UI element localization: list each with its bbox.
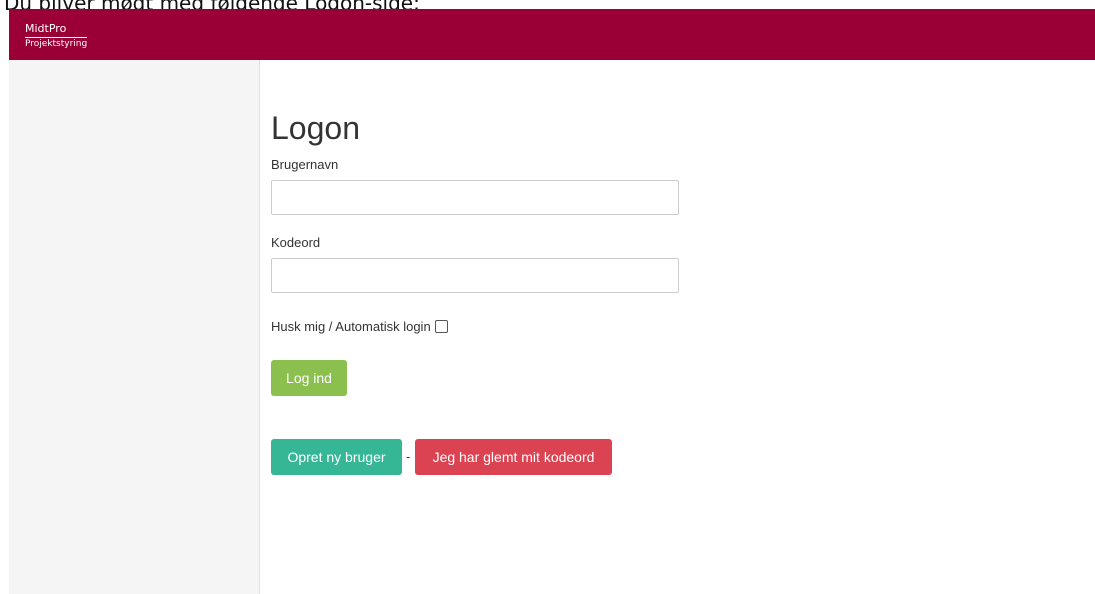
sidebar xyxy=(9,60,260,594)
login-button[interactable]: Log ind xyxy=(271,360,347,396)
button-separator: - xyxy=(406,449,411,464)
username-input[interactable] xyxy=(271,180,679,215)
remember-me-row: Husk mig / Automatisk login xyxy=(271,319,448,334)
remember-me-label: Husk mig / Automatisk login xyxy=(271,319,431,334)
brand-name: MidtPro xyxy=(25,22,87,38)
brand-subtitle: Projektstyring xyxy=(25,39,88,49)
password-input[interactable] xyxy=(271,258,679,293)
remember-me-checkbox[interactable] xyxy=(434,320,448,333)
page-title: Logon xyxy=(271,110,360,146)
forgot-password-button[interactable]: Jeg har glemt mit kodeord xyxy=(415,439,612,475)
username-label: Brugernavn xyxy=(271,157,339,172)
brand-logo[interactable]: MidtPro Projektstyring xyxy=(25,19,87,50)
password-label: Kodeord xyxy=(271,235,321,250)
create-user-button[interactable]: Opret ny bruger xyxy=(271,439,402,475)
top-navbar: MidtPro Projektstyring xyxy=(9,9,1095,60)
